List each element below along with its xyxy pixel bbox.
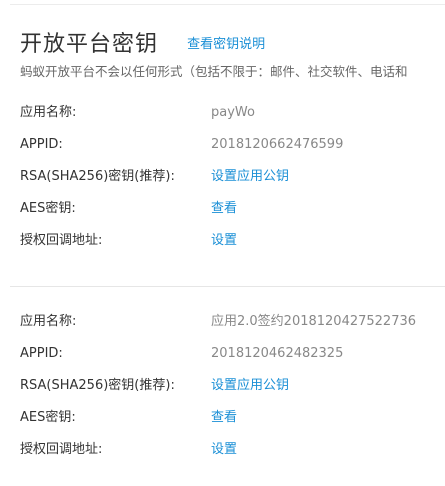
rsa-key-row: RSA(SHA256)密钥(推荐): 设置应用公钥 [20,161,445,193]
callback-url-label: 授权回调地址: [20,442,103,457]
view-aes-key-link[interactable]: 查看 [211,402,237,434]
rsa-key-label: RSA(SHA256)密钥(推荐): [20,169,175,184]
appid-value: 2018120662476599 [211,137,344,152]
app-name-value: 应用2.0签约2018120427522736 [211,314,417,329]
aes-key-row: AES密钥: 查看 [20,193,445,225]
top-divider [10,4,445,5]
appid-row: APPID: 2018120462482325 [20,338,445,370]
set-callback-url-link[interactable]: 设置 [211,225,237,257]
app-card-1: 应用名称: payWo APPID: 2018120662476599 RSA(… [20,97,445,257]
appid-label: APPID: [20,346,63,361]
set-app-public-key-link[interactable]: 设置应用公钥 [211,370,289,402]
app-name-row: 应用名称: 应用2.0签约2018120427522736 [20,306,445,338]
aes-key-label: AES密钥: [20,201,76,216]
rsa-key-row: RSA(SHA256)密钥(推荐): 设置应用公钥 [20,370,445,402]
security-notice: 蚂蚁开放平台不会以任何形式（包括不限于：邮件、社交软件、电话和 [20,64,408,79]
aes-key-row: AES密钥: 查看 [20,402,445,434]
appid-label: APPID: [20,137,63,152]
view-key-help-link[interactable]: 查看密钥说明 [187,37,265,52]
page-title: 开放平台密钥 [20,32,159,57]
set-callback-url-link[interactable]: 设置 [211,434,237,466]
appid-value: 2018120462482325 [211,346,344,361]
keys-page: 开放平台密钥 查看密钥说明 蚂蚁开放平台不会以任何形式（包括不限于：邮件、社交软… [0,0,445,486]
callback-url-row: 授权回调地址: 设置 [20,434,445,466]
appid-row: APPID: 2018120662476599 [20,129,445,161]
app-name-label: 应用名称: [20,314,77,329]
app-name-row: 应用名称: payWo [20,97,445,129]
app-name-label: 应用名称: [20,105,77,120]
set-app-public-key-link[interactable]: 设置应用公钥 [211,161,289,193]
app-name-value: payWo [211,105,255,120]
rsa-key-label: RSA(SHA256)密钥(推荐): [20,378,175,393]
aes-key-label: AES密钥: [20,410,76,425]
callback-url-row: 授权回调地址: 设置 [20,225,445,257]
section-divider [10,286,445,287]
page-header: 开放平台密钥 查看密钥说明 [20,26,265,58]
view-aes-key-link[interactable]: 查看 [211,193,237,225]
callback-url-label: 授权回调地址: [20,233,103,248]
app-card-2: 应用名称: 应用2.0签约2018120427522736 APPID: 201… [20,306,445,466]
